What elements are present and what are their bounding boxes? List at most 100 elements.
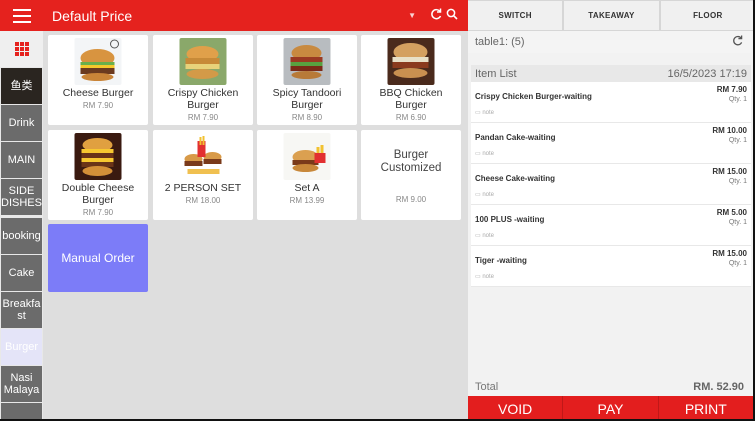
sidebar-item-label: Breakfast xyxy=(2,298,41,322)
sidebar-item-fish[interactable]: 鱼类 xyxy=(1,68,42,104)
sidebar-item-breakfast[interactable]: Breakfast xyxy=(1,292,42,328)
note-label: note xyxy=(482,110,495,116)
item-qty: Qty. 1 xyxy=(728,178,747,185)
table-info: table1: (5) xyxy=(468,31,751,53)
item-price: RM 10.00 xyxy=(712,126,747,135)
spicy-tandoori-burger-image xyxy=(283,38,331,85)
item-note[interactable]: ▭ note xyxy=(475,273,494,280)
sidebar-item-booking[interactable]: booking xyxy=(1,218,42,254)
list-item[interactable]: 100 PLUS -waiting RM 5.00 Qty. 1 ▭ note xyxy=(471,205,751,246)
product-name: Set A xyxy=(294,182,320,194)
sidebar-item-side-dishes[interactable]: SIDE DISHES xyxy=(1,179,42,215)
void-button[interactable]: VOID xyxy=(468,396,564,419)
sidebar-item-nasi-malaya[interactable]: Nasi Malaya xyxy=(1,366,42,402)
product-card[interactable]: Burger Customized RM 9.00 xyxy=(361,130,461,220)
sidebar-item-label: Nasi Malaya xyxy=(3,372,40,396)
sidebar-item-cake[interactable]: Cake xyxy=(1,255,42,291)
list-item[interactable]: Cheese Cake-waiting RM 15.00 Qty. 1 ▭ no… xyxy=(471,164,751,205)
note-label: note xyxy=(482,192,495,198)
note-icon: ▭ xyxy=(475,192,481,198)
sidebar-item-label: Cake xyxy=(8,267,35,279)
item-qty: Qty. 1 xyxy=(728,96,747,103)
search-icon[interactable] xyxy=(446,8,458,23)
total-label: Total xyxy=(475,380,499,393)
product-price: RM 18.00 xyxy=(185,196,221,205)
product-name: Double Cheese Burger xyxy=(61,182,135,206)
crispy-chicken-burger-image xyxy=(179,38,227,85)
refresh-icon[interactable] xyxy=(732,35,743,49)
order-item-list: Crispy Chicken Burger-waiting RM 7.90 Qt… xyxy=(471,82,751,287)
manual-order-button[interactable]: Manual Order xyxy=(48,224,148,292)
product-card[interactable]: Cheese Burger RM 7.90 xyxy=(48,35,148,125)
item-price: RM 15.00 xyxy=(712,167,747,176)
product-price: RM 8.90 xyxy=(291,113,323,122)
print-button[interactable]: PRINT xyxy=(658,396,753,419)
price-mode-title[interactable]: Default Price xyxy=(52,8,408,24)
sidebar-item-drink[interactable]: Drink xyxy=(1,105,42,141)
item-price: RM 5.00 xyxy=(716,208,747,217)
note-icon: ▭ xyxy=(475,110,481,116)
hamburger-icon[interactable] xyxy=(0,0,43,31)
tab-floor[interactable]: FLOOR xyxy=(660,1,753,30)
product-card[interactable]: Set A RM 13.99 xyxy=(257,130,357,220)
list-item[interactable]: Tiger -waiting RM 15.00 Qty. 1 ▭ note xyxy=(471,246,751,287)
product-price: RM 7.90 xyxy=(82,101,114,110)
item-name: Crispy Chicken Burger-waiting xyxy=(475,92,592,101)
product-price: RM 6.90 xyxy=(395,113,427,122)
note-label: note xyxy=(482,151,495,157)
list-item[interactable]: Pandan Cake-waiting RM 10.00 Qty. 1 ▭ no… xyxy=(471,123,751,164)
total-amount: RM. 52.90 xyxy=(693,380,744,393)
item-note[interactable]: ▭ note xyxy=(475,232,494,239)
order-mode-tabs: SWITCH TAKEAWAY FLOOR xyxy=(468,0,753,31)
sidebar-item-label: MAIN xyxy=(7,154,36,166)
top-bar: Default Price ▼ xyxy=(0,0,468,31)
note-label: note xyxy=(482,274,495,280)
item-qty: Qty. 1 xyxy=(728,260,747,267)
product-card[interactable]: BBQ Chicken Burger RM 6.90 xyxy=(361,35,461,125)
order-datetime: 16/5/2023 17:19 xyxy=(667,67,747,80)
pay-button[interactable]: PAY xyxy=(563,396,659,419)
apps-grid-icon[interactable] xyxy=(0,31,43,67)
product-price: RM 7.90 xyxy=(82,208,114,217)
sidebar-item-label: Burger xyxy=(4,341,39,353)
table-label: table1: (5) xyxy=(475,36,525,48)
product-name: Cheese Burger xyxy=(62,87,134,99)
product-card[interactable]: Crispy Chicken Burger RM 7.90 xyxy=(153,35,253,125)
product-name: 2 PERSON SET xyxy=(164,182,242,194)
product-card[interactable]: Spicy Tandoori Burger RM 8.90 xyxy=(257,35,357,125)
product-card[interactable]: Double Cheese Burger RM 7.90 xyxy=(48,130,148,220)
product-name: Burger Customized xyxy=(380,149,442,174)
product-price: RM 9.00 xyxy=(395,195,427,204)
sidebar-item-label: Drink xyxy=(8,117,35,129)
category-sidebar: 鱼类 Drink MAIN SIDE DISHES booking Cake B… xyxy=(0,31,43,419)
sidebar-item-main[interactable]: MAIN xyxy=(1,142,42,178)
pos-screen: Default Price ▼ 鱼类 Drink MAIN SIDE DISHE… xyxy=(0,0,755,421)
tab-takeaway[interactable]: TAKEAWAY xyxy=(564,1,659,30)
sidebar-item-more[interactable] xyxy=(1,403,42,419)
bbq-chicken-burger-image xyxy=(387,38,435,85)
refresh-icon[interactable] xyxy=(430,8,442,23)
sidebar-item-label: booking xyxy=(2,230,41,242)
note-label: note xyxy=(482,233,495,239)
item-note[interactable]: ▭ note xyxy=(475,150,494,157)
tab-switch[interactable]: SWITCH xyxy=(468,1,563,30)
item-qty: Qty. 1 xyxy=(728,219,747,226)
order-panel: table1: (5) Item List 16/5/2023 17:19 Cr… xyxy=(468,31,753,419)
product-price: RM 13.99 xyxy=(289,196,325,205)
item-note[interactable]: ▭ note xyxy=(475,191,494,198)
product-name: BBQ Chicken Burger xyxy=(379,87,443,111)
chevron-down-icon[interactable]: ▼ xyxy=(408,11,416,20)
two-person-set-image xyxy=(179,133,227,180)
cheese-burger-image xyxy=(74,38,122,85)
item-note[interactable]: ▭ note xyxy=(475,109,494,116)
item-qty: Qty. 1 xyxy=(728,137,747,144)
sidebar-item-burger[interactable]: Burger xyxy=(1,329,42,365)
item-name: Pandan Cake-waiting xyxy=(475,133,556,142)
sidebar-item-label: SIDE DISHES xyxy=(1,185,42,209)
set-a-image xyxy=(283,133,331,180)
list-item[interactable]: Crispy Chicken Burger-waiting RM 7.90 Qt… xyxy=(471,82,751,123)
item-name: 100 PLUS -waiting xyxy=(475,215,545,224)
note-icon: ▭ xyxy=(475,233,481,239)
product-card[interactable]: 2 PERSON SET RM 18.00 xyxy=(153,130,253,220)
note-icon: ▭ xyxy=(475,274,481,280)
